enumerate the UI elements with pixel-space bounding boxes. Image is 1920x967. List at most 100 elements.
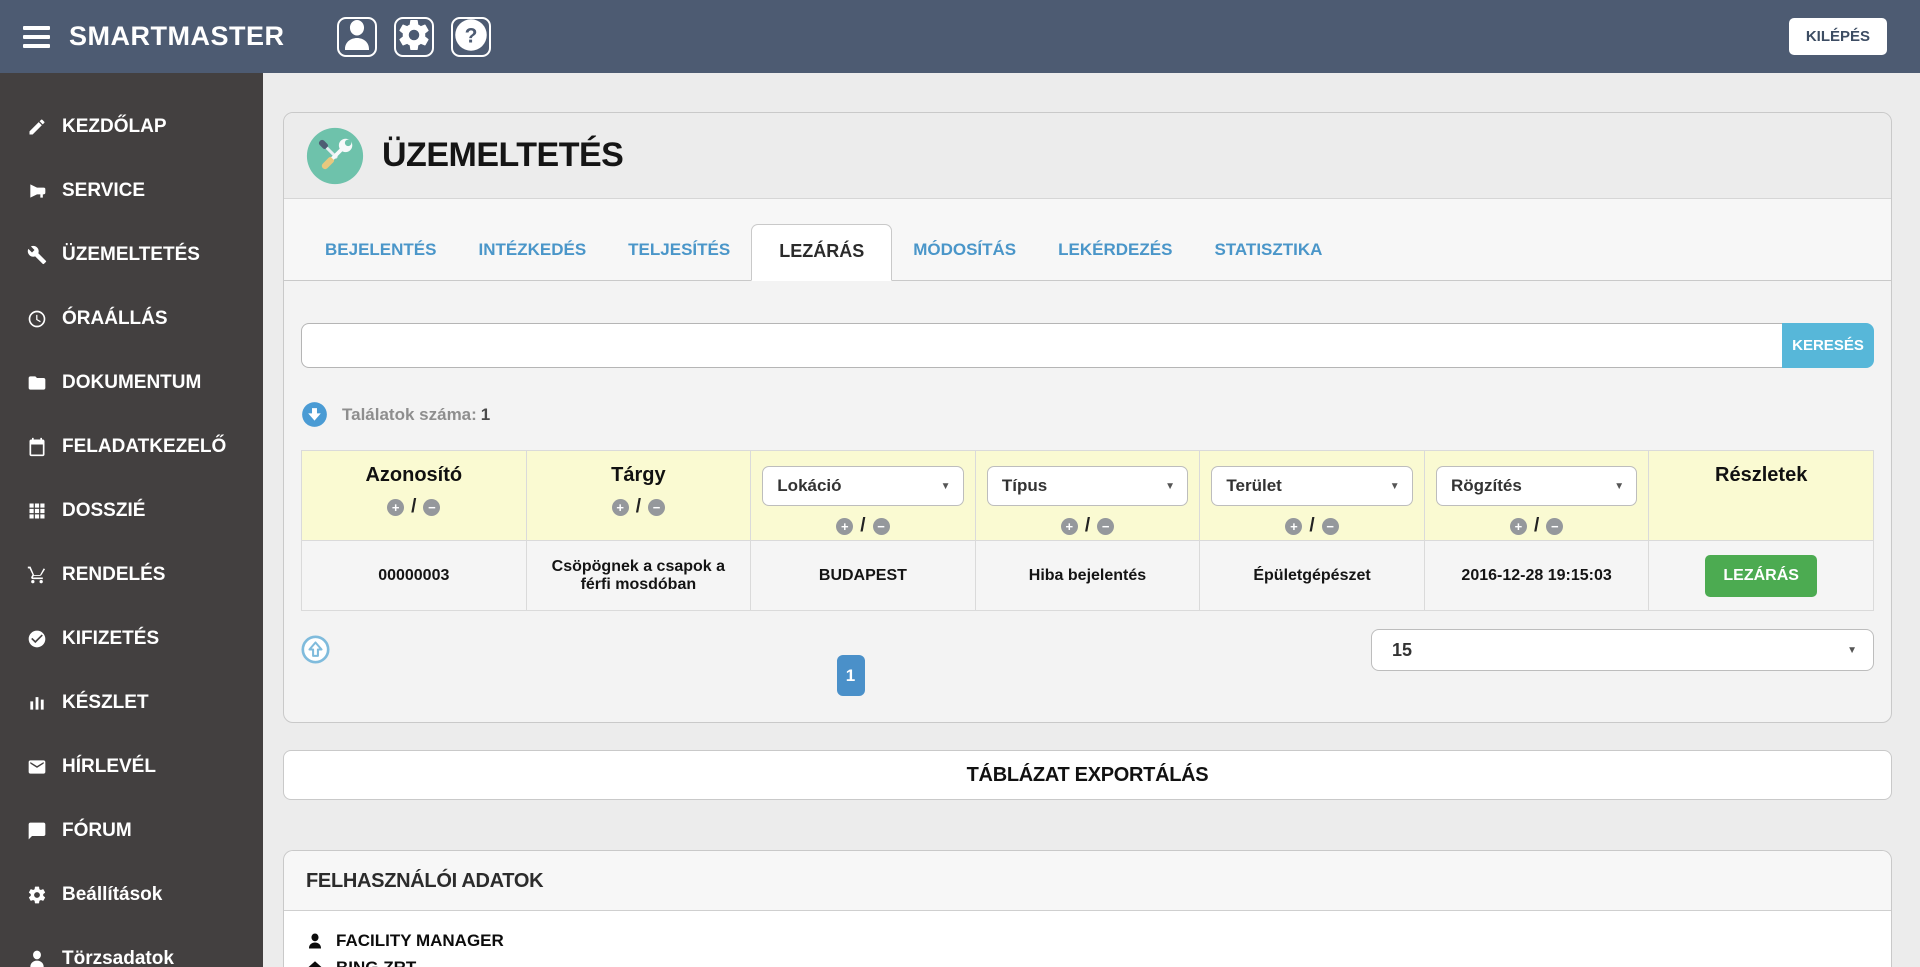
tab-teljesites[interactable]: TELJESÍTÉS	[607, 240, 751, 280]
sidebar-item-service[interactable]: SERVICE	[0, 159, 263, 223]
collapse-minus-button-tipus[interactable]: −	[1097, 517, 1115, 535]
user-data-panel: FELHASZNÁLÓI ADATOK FACILITY MANAGER BIN…	[283, 850, 1892, 967]
row-close-button[interactable]: LEZÁRÁS	[1705, 554, 1817, 597]
hamburger-menu-icon[interactable]	[23, 25, 50, 48]
sidebar-item-dosszie[interactable]: DOSSZIÉ	[0, 479, 263, 543]
chat-icon	[27, 821, 47, 841]
sidebar-item-keszlet[interactable]: KÉSZLET	[0, 671, 263, 735]
tab-statisztika[interactable]: STATISZTIKA	[1193, 240, 1343, 280]
column-header-targy: Tárgy + / −	[525, 450, 752, 541]
collapse-minus-button-targy[interactable]: −	[647, 498, 665, 516]
sidebar-item-hirlevel[interactable]: HÍRLEVÉL	[0, 735, 263, 799]
sidebar-item-uzemeltetes[interactable]: ÜZEMELTETÉS	[0, 223, 263, 287]
collapse-minus-button-lokacio[interactable]: −	[872, 517, 890, 535]
expand-plus-button-lokacio[interactable]: +	[836, 517, 854, 535]
header-icon-group: ?	[336, 16, 491, 57]
search-input[interactable]	[301, 323, 1782, 368]
page-1-button[interactable]: 1	[836, 655, 865, 696]
column-label: Tárgy	[611, 464, 666, 486]
scroll-top-icon[interactable]	[301, 635, 330, 664]
results-count: 1	[480, 404, 491, 424]
sort-controls-terulet: + / −	[1200, 515, 1424, 537]
export-table-button[interactable]: TÁBLÁZAT EXPORTÁLÁS	[283, 750, 1892, 800]
sort-controls-tipus: + / −	[976, 515, 1200, 537]
sidebar-item-label: KIFIZETÉS	[62, 628, 160, 649]
sidebar-item-label: SERVICE	[62, 180, 146, 201]
cell-reszletek: LEZÁRÁS	[1648, 540, 1874, 611]
tab-bejelentes[interactable]: BEJELENTÉS	[304, 240, 457, 280]
results-row: Találatok száma: 1	[301, 401, 1874, 428]
collapse-down-arrow-icon[interactable]	[301, 401, 328, 428]
check-circle-icon	[27, 629, 47, 649]
clock-icon	[27, 309, 47, 329]
sidebar-item-beallitasok[interactable]: Beállítások	[0, 863, 263, 927]
filter-select-terulet[interactable]: Terület ▼	[1211, 466, 1413, 506]
svg-text:?: ?	[464, 25, 477, 48]
tab-modositas[interactable]: MÓDOSÍTÁS	[892, 240, 1037, 280]
page-size-select[interactable]: 15 ▼	[1371, 629, 1874, 671]
page-size-value: 15	[1392, 639, 1413, 660]
operations-panel: ÜZEMELTETÉS BEJELENTÉS INTÉZKEDÉS TELJESÍT…	[283, 112, 1892, 723]
sidebar-item-rendeles[interactable]: RENDELÉS	[0, 543, 263, 607]
user-name: FACILITY MANAGER	[336, 930, 504, 950]
expand-plus-button-targy[interactable]: +	[611, 498, 629, 516]
column-header-rogzites: Rögzítés ▼ + / −	[1423, 450, 1650, 541]
main-content: ÜZEMELTETÉS BEJELENTÉS INTÉZKEDÉS TELJESÍT…	[263, 73, 1920, 967]
cell-terulet: Épületgépészet	[1199, 540, 1425, 611]
top-bar: SMARTMASTER ? KILÉPÉS	[0, 0, 1920, 73]
home-icon	[306, 959, 324, 967]
tab-intezkedes[interactable]: INTÉZKEDÉS	[457, 240, 607, 280]
sidebar-item-label: ÓRAÁLLÁS	[62, 308, 168, 329]
logout-button[interactable]: KILÉPÉS	[1788, 18, 1887, 55]
sidebar-item-forum[interactable]: FÓRUM	[0, 799, 263, 863]
chevron-down-icon: ▼	[1614, 480, 1625, 492]
sidebar-item-torzsadatok[interactable]: Törzsadatok	[0, 927, 263, 967]
sidebar-item-label: DOKUMENTUM	[62, 372, 202, 393]
app-title: SMARTMASTER	[69, 21, 285, 51]
results-label: Találatok száma:	[342, 404, 477, 424]
sidebar-item-label: Törzsadatok	[62, 948, 174, 967]
filter-select-rogzites[interactable]: Rögzítés ▼	[1435, 466, 1638, 506]
panel-header: ÜZEMELTETÉS	[284, 113, 1891, 199]
collapse-minus-button-terulet[interactable]: −	[1321, 517, 1339, 535]
expand-plus-button-rogzites[interactable]: +	[1509, 517, 1527, 535]
tab-lekerdezes[interactable]: LEKÉRDEZÉS	[1037, 240, 1193, 280]
sidebar-item-oraallas[interactable]: ÓRAÁLLÁS	[0, 287, 263, 351]
sidebar-item-kezdolap[interactable]: KEZDŐLAP	[0, 95, 263, 159]
sort-controls-rogzites: + / −	[1425, 515, 1649, 537]
company-line: BING ZRT	[306, 954, 1869, 967]
cart-icon	[27, 565, 47, 585]
profile-button[interactable]	[336, 16, 377, 57]
tab-lezaras[interactable]: LEZÁRÁS	[751, 224, 893, 281]
sort-controls-lokacio: + / −	[751, 515, 975, 537]
sidebar-item-feladatkezelo[interactable]: FELADATKEZELŐ	[0, 415, 263, 479]
expand-plus-button-tipus[interactable]: +	[1060, 517, 1078, 535]
filter-select-tipus[interactable]: Típus ▼	[986, 466, 1189, 506]
collapse-minus-button-azonosito[interactable]: −	[423, 498, 441, 516]
company-name: BING ZRT	[336, 957, 417, 967]
sidebar-item-kifizetes[interactable]: KIFIZETÉS	[0, 607, 263, 671]
expand-plus-button-terulet[interactable]: +	[1285, 517, 1303, 535]
search-button[interactable]: KERESÉS	[1782, 323, 1874, 368]
chevron-down-icon: ▼	[1389, 480, 1400, 492]
settings-button[interactable]	[393, 16, 434, 57]
sidebar-item-label: ÜZEMELTETÉS	[62, 244, 200, 265]
search-row: KERESÉS	[301, 323, 1874, 368]
cell-targy: Csöpögnek a csapok a férfi mosdóban	[525, 540, 752, 611]
user-name-line: FACILITY MANAGER	[306, 927, 1869, 954]
gear-icon	[27, 885, 47, 905]
help-button[interactable]: ?	[450, 16, 491, 57]
collapse-minus-button-rogzites[interactable]: −	[1546, 517, 1564, 535]
expand-plus-button-azonosito[interactable]: +	[387, 498, 405, 516]
column-label: Részletek	[1715, 464, 1808, 486]
filter-select-lokacio[interactable]: Lokáció ▼	[762, 466, 964, 506]
requests-table: Azonosító + / − Tárgy + / − Lokáció ▼ + / − Típus ▼ + / −…	[301, 450, 1874, 611]
column-header-azonosito: Azonosító + / −	[301, 450, 527, 541]
panel-body: KERESÉS Találatok száma: 1 Azonosító + / − Tá…	[284, 281, 1891, 722]
sidebar-item-dokumentum[interactable]: DOKUMENTUM	[0, 351, 263, 415]
sidebar-item-label: HÍRLEVÉL	[62, 756, 156, 777]
table-footer: 1 15 ▼	[301, 629, 1874, 696]
bar-chart-icon	[27, 693, 47, 713]
user-icon	[306, 932, 324, 950]
cell-lokacio: BUDAPEST	[750, 540, 976, 611]
